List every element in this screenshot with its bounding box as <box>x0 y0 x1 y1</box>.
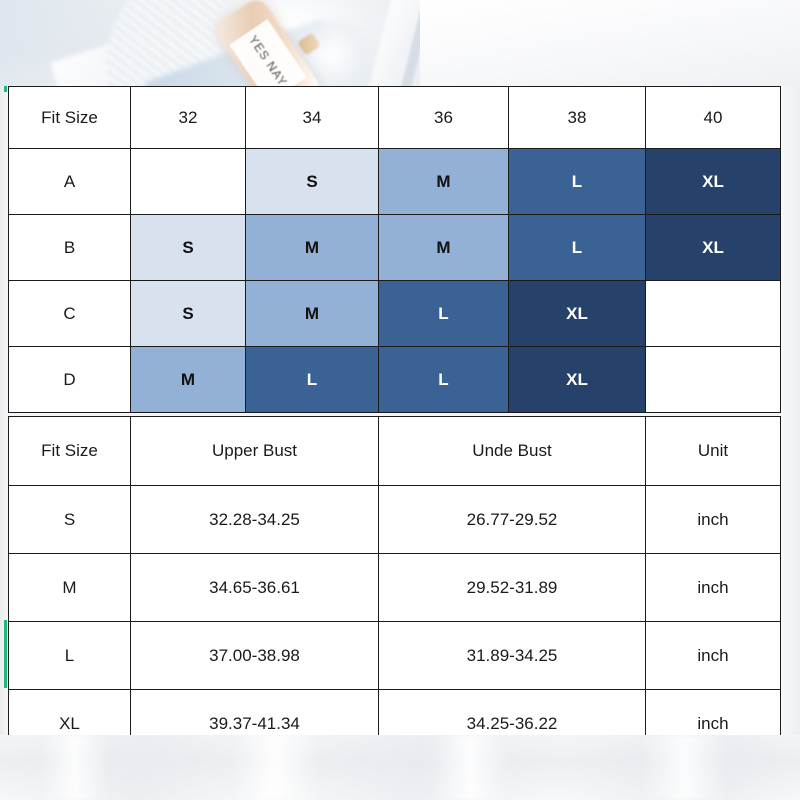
green-edge-accent-top <box>4 86 7 92</box>
matrix-cell-a-40: XL <box>645 148 781 215</box>
measure-header-row: Fit Size Upper Bust Unde Bust Unit <box>8 416 781 486</box>
matrix-cell-d-40 <box>645 346 781 413</box>
matrix-cell-c-34: M <box>245 280 379 347</box>
matrix-cell-d-36: L <box>378 346 509 413</box>
matrix-cell-c-38: XL <box>508 280 646 347</box>
measure-under-bust-l: 31.89-34.25 <box>378 621 646 690</box>
matrix-row-label-d: D <box>8 346 131 413</box>
matrix-row-c: C S M L XL <box>8 280 781 347</box>
size-chart-image: YES NAY Fit Size 32 34 36 38 40 A S M L … <box>0 0 800 800</box>
matrix-cell-d-32: M <box>130 346 246 413</box>
measurement-table: Fit Size Upper Bust Unde Bust Unit S 32.… <box>8 416 781 758</box>
matrix-cell-a-38: L <box>508 148 646 215</box>
measure-header-upper-bust: Upper Bust <box>130 416 379 486</box>
size-matrix-table-wrapper: Fit Size 32 34 36 38 40 A S M L XL B S M… <box>8 86 781 413</box>
measure-unit-m: inch <box>645 553 781 622</box>
matrix-header-38: 38 <box>508 86 646 149</box>
matrix-header-34: 34 <box>245 86 379 149</box>
table-row: S 32.28-34.25 26.77-29.52 inch <box>8 485 781 554</box>
measure-upper-bust-l: 37.00-38.98 <box>130 621 379 690</box>
fabric-fold-3 <box>430 735 510 800</box>
matrix-header-40: 40 <box>645 86 781 149</box>
table-row: L 37.00-38.98 31.89-34.25 inch <box>8 621 781 690</box>
table-row: M 34.65-36.61 29.52-31.89 inch <box>8 553 781 622</box>
matrix-cell-b-36: M <box>378 214 509 281</box>
matrix-cell-b-32: S <box>130 214 246 281</box>
matrix-cell-c-40 <box>645 280 781 347</box>
measurement-table-wrapper: Fit Size Upper Bust Unde Bust Unit S 32.… <box>8 416 781 758</box>
measure-size-m: M <box>8 553 131 622</box>
measure-unit-s: inch <box>645 485 781 554</box>
matrix-row-label-c: C <box>8 280 131 347</box>
matrix-row-label-a: A <box>8 148 131 215</box>
matrix-header-fit-size: Fit Size <box>8 86 131 149</box>
size-matrix-table: Fit Size 32 34 36 38 40 A S M L XL B S M… <box>8 86 781 413</box>
green-edge-accent <box>4 620 7 688</box>
matrix-cell-c-36: L <box>378 280 509 347</box>
photo-right-wash <box>420 0 800 92</box>
matrix-header-36: 36 <box>378 86 509 149</box>
measure-upper-bust-s: 32.28-34.25 <box>130 485 379 554</box>
measure-size-l: L <box>8 621 131 690</box>
matrix-row-b: B S M M L XL <box>8 214 781 281</box>
matrix-cell-a-34: S <box>245 148 379 215</box>
matrix-cell-a-36: M <box>378 148 509 215</box>
measure-under-bust-m: 29.52-31.89 <box>378 553 646 622</box>
product-photo-backdrop: YES NAY <box>0 0 800 92</box>
fabric-backdrop-bottom <box>0 735 800 800</box>
matrix-cell-b-38: L <box>508 214 646 281</box>
measure-size-s: S <box>8 485 131 554</box>
matrix-cell-a-32 <box>130 148 246 215</box>
matrix-row-d: D M L L XL <box>8 346 781 413</box>
matrix-row-a: A S M L XL <box>8 148 781 215</box>
fabric-fold-2 <box>230 735 320 800</box>
measure-upper-bust-m: 34.65-36.61 <box>130 553 379 622</box>
matrix-row-label-b: B <box>8 214 131 281</box>
measure-header-under-bust: Unde Bust <box>378 416 646 486</box>
right-edge-wash <box>780 86 800 736</box>
matrix-header-32: 32 <box>130 86 246 149</box>
matrix-cell-b-34: M <box>245 214 379 281</box>
matrix-cell-c-32: S <box>130 280 246 347</box>
matrix-cell-d-34: L <box>245 346 379 413</box>
matrix-header-row: Fit Size 32 34 36 38 40 <box>8 86 781 149</box>
measure-under-bust-s: 26.77-29.52 <box>378 485 646 554</box>
matrix-cell-d-38: XL <box>508 346 646 413</box>
fabric-fold-4 <box>640 735 730 800</box>
matrix-cell-b-40: XL <box>645 214 781 281</box>
fabric-fold-1 <box>40 735 110 800</box>
measure-header-fit-size: Fit Size <box>8 416 131 486</box>
measure-unit-l: inch <box>645 621 781 690</box>
measure-header-unit: Unit <box>645 416 781 486</box>
